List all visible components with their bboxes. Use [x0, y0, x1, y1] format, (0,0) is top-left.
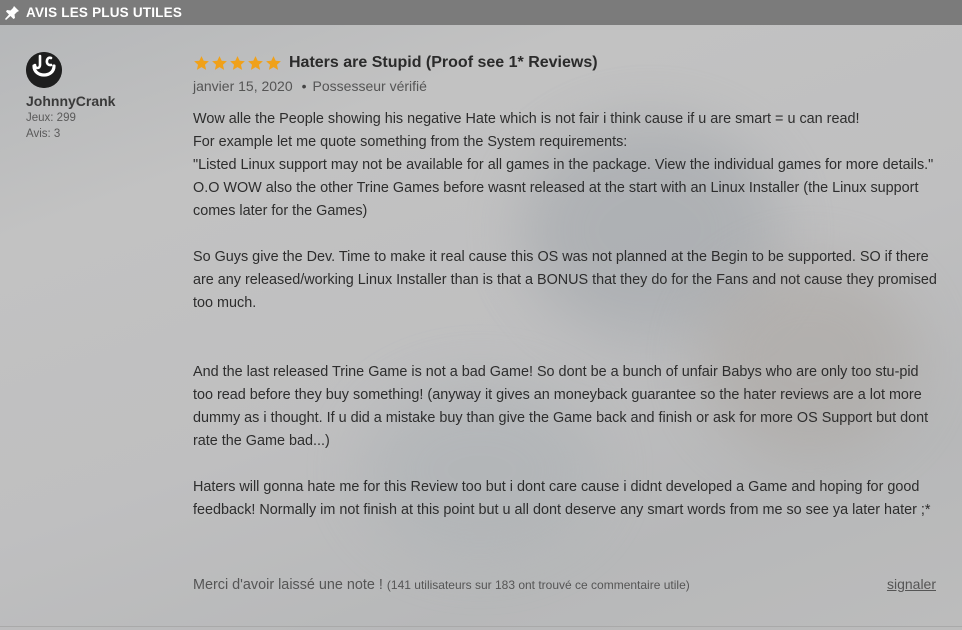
review-paragraph: So Guys give the Dev. Time to make it re…: [193, 249, 941, 311]
helpful-prompt: Merci d'avoir laissé une note !: [193, 577, 383, 593]
review: Haters are Stupid (Proof see 1* Reviews)…: [193, 52, 938, 522]
reviewer-games-count: Jeux: 299: [26, 112, 76, 124]
helpful-count: (141 utilisateurs sur 183 ont trouvé ce …: [386, 578, 690, 592]
rating-stars: [193, 55, 283, 72]
reviewer-panel: JohnnyCrank Jeux: 299 Avis: 3: [26, 52, 176, 140]
review-body: Wow alle the People showing his negative…: [193, 108, 938, 522]
review-date: janvier 15, 2020: [193, 78, 293, 94]
star-icon: [248, 55, 263, 70]
report-link[interactable]: signaler: [887, 576, 936, 592]
star-icon: [212, 55, 227, 70]
review-title: Haters are Stupid (Proof see 1* Reviews): [289, 54, 598, 71]
review-paragraph: Wow alle the People showing his negative…: [193, 111, 934, 219]
review-paragraph: And the last released Trine Game is not …: [193, 364, 933, 449]
review-header: Haters are Stupid (Proof see 1* Reviews): [193, 52, 938, 74]
star-icon: [266, 55, 281, 70]
pin-icon: [5, 5, 19, 20]
avatar[interactable]: [26, 52, 62, 88]
verified-owner-label: Possesseur vérifié: [312, 78, 427, 94]
divider: [0, 626, 962, 627]
review-paragraph: Haters will gonna hate me for this Revie…: [193, 479, 931, 518]
review-meta: janvier 15, 2020 • Possesseur vérifié: [193, 78, 938, 94]
section-title: AVIS LES PLUS UTILES: [26, 5, 183, 20]
review-footer: Merci d'avoir laissé une note ! (141 uti…: [193, 576, 936, 593]
meta-separator: •: [301, 78, 307, 94]
section-header: AVIS LES PLUS UTILES: [0, 0, 962, 25]
avatar-icon: [26, 52, 62, 88]
reviewer-reviews-count: Avis: 3: [26, 128, 61, 140]
reviewer-name[interactable]: JohnnyCrank: [26, 93, 176, 109]
star-icon: [230, 55, 245, 70]
star-icon: [194, 55, 209, 70]
